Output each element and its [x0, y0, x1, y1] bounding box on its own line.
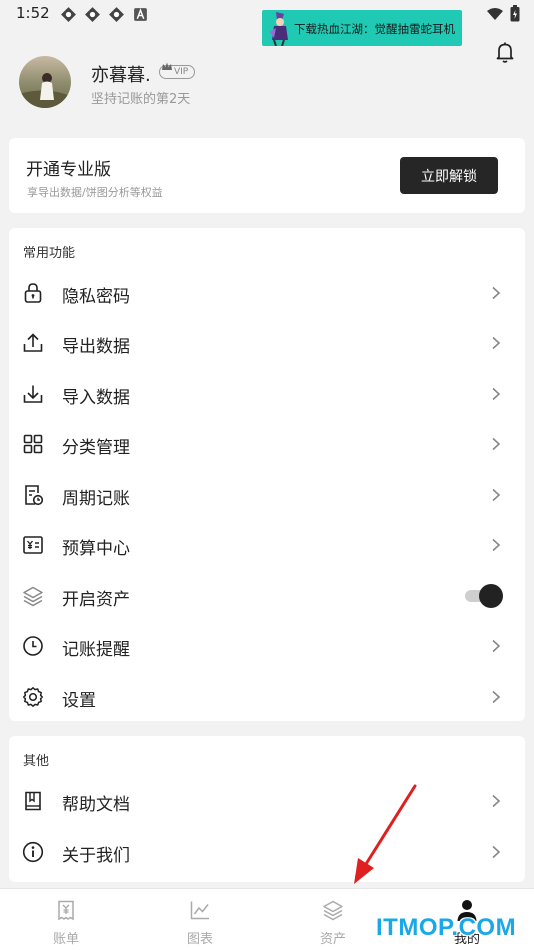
section-title-common: 常用功能 — [23, 246, 76, 261]
status-time: 1:52 — [16, 4, 50, 22]
pro-upgrade-card: 开通专业版 享导出数据/饼图分析等权益 立即解锁 — [9, 138, 525, 213]
menu-item-help-docs[interactable]: 帮助文档 — [9, 776, 525, 826]
layers-icon — [23, 586, 43, 607]
info-icon — [22, 841, 44, 863]
battery-icon — [510, 5, 520, 22]
profile-header[interactable]: 亦暮暮. VIP 坚持记账的第2天 — [19, 56, 419, 112]
game-character-icon — [270, 12, 288, 46]
book-icon — [25, 791, 41, 811]
menu-item-label: 导入数据 — [62, 388, 130, 408]
chevron-right-icon — [492, 639, 501, 653]
clock-icon — [23, 636, 43, 656]
menu-item-label: 分类管理 — [62, 438, 130, 458]
grid-icon — [23, 434, 43, 454]
chevron-right-icon — [492, 286, 501, 300]
menu-item-privacy-password[interactable]: 隐私密码 — [9, 268, 525, 318]
other-card: 其他 帮助文档 关于我们 — [9, 736, 525, 882]
bell-icon[interactable] — [493, 40, 517, 64]
menu-item-about-us[interactable]: 关于我们 — [9, 827, 525, 877]
ad-banner[interactable]: 下载热血江湖：觉醒抽雷蛇耳机 — [262, 10, 462, 46]
tab-label: 账单 — [52, 932, 79, 947]
common-functions-card: 常用功能 隐私密码 导出数据 导入数据 分类管理 周期记账 预算中心 开启资产 — [9, 228, 525, 721]
profile-subtitle: 坚持记账的第2天 — [91, 92, 191, 107]
menu-item-label: 周期记账 — [62, 489, 130, 509]
budget-icon — [23, 536, 43, 554]
app-notification-icon — [109, 7, 124, 22]
a-letter-icon — [134, 8, 147, 21]
chevron-right-icon — [492, 437, 501, 451]
app-notification-icon — [85, 7, 100, 22]
chevron-right-icon — [492, 538, 501, 552]
layers-icon — [323, 900, 343, 921]
menu-item-bookkeeping-reminder[interactable]: 记账提醒 — [9, 621, 525, 671]
section-title-other: 其他 — [23, 754, 50, 769]
tab-label: 资产 — [319, 932, 346, 947]
menu-item-export-data[interactable]: 导出数据 — [9, 318, 525, 368]
app-notification-icon — [61, 7, 76, 22]
bill-icon — [58, 900, 74, 921]
notification-icons — [60, 6, 149, 23]
menu-item-recurring-entries[interactable]: 周期记账 — [9, 470, 525, 520]
vip-badge[interactable]: VIP — [159, 62, 196, 79]
menu-item-settings[interactable]: 设置 — [9, 672, 525, 722]
menu-item-label: 导出数据 — [62, 337, 130, 357]
chevron-right-icon — [492, 336, 501, 350]
menu-item-label: 预算中心 — [62, 539, 130, 559]
username: 亦暮暮. — [91, 65, 151, 86]
menu-item-label: 关于我们 — [62, 846, 130, 866]
recurring-icon — [25, 485, 44, 506]
chevron-right-icon — [492, 845, 501, 859]
unlock-button[interactable]: 立即解锁 — [400, 157, 498, 194]
assets-toggle[interactable] — [465, 584, 503, 608]
menu-item-budget-center[interactable]: 预算中心 — [9, 520, 525, 570]
pro-subtitle: 享导出数据/饼图分析等权益 — [27, 186, 163, 199]
crown-icon — [162, 62, 172, 70]
gear-icon — [22, 687, 44, 707]
pro-title: 开通专业版 — [26, 160, 111, 180]
wifi-icon — [487, 7, 503, 20]
watermark: ITMOP.COM — [376, 914, 517, 941]
chart-icon — [190, 901, 209, 920]
chevron-right-icon — [492, 488, 501, 502]
vip-badge-label: VIP — [174, 67, 189, 77]
avatar[interactable] — [19, 56, 71, 108]
tab-charts[interactable]: 图表 — [160, 889, 240, 950]
menu-item-label: 开启资产 — [62, 590, 130, 610]
lock-icon — [24, 283, 42, 303]
chevron-right-icon — [492, 387, 501, 401]
ad-text: 下载热血江湖：觉醒抽雷蛇耳机 — [294, 22, 455, 36]
download-icon — [23, 385, 43, 403]
menu-item-enable-assets: 开启资产 — [9, 571, 525, 621]
system-icons — [486, 5, 520, 22]
chevron-right-icon — [492, 794, 501, 808]
menu-item-label: 记账提醒 — [62, 640, 130, 660]
menu-item-label: 帮助文档 — [62, 795, 130, 815]
menu-item-category-management[interactable]: 分类管理 — [9, 419, 525, 469]
toggle-knob — [479, 584, 503, 608]
menu-item-label: 隐私密码 — [62, 287, 130, 307]
tab-assets[interactable]: 资产 — [293, 889, 373, 950]
tab-bills[interactable]: 账单 — [26, 889, 106, 950]
chevron-right-icon — [492, 690, 501, 704]
tab-label: 图表 — [186, 932, 213, 947]
upload-icon — [23, 333, 43, 352]
menu-item-label: 设置 — [62, 691, 96, 711]
menu-item-import-data[interactable]: 导入数据 — [9, 369, 525, 419]
